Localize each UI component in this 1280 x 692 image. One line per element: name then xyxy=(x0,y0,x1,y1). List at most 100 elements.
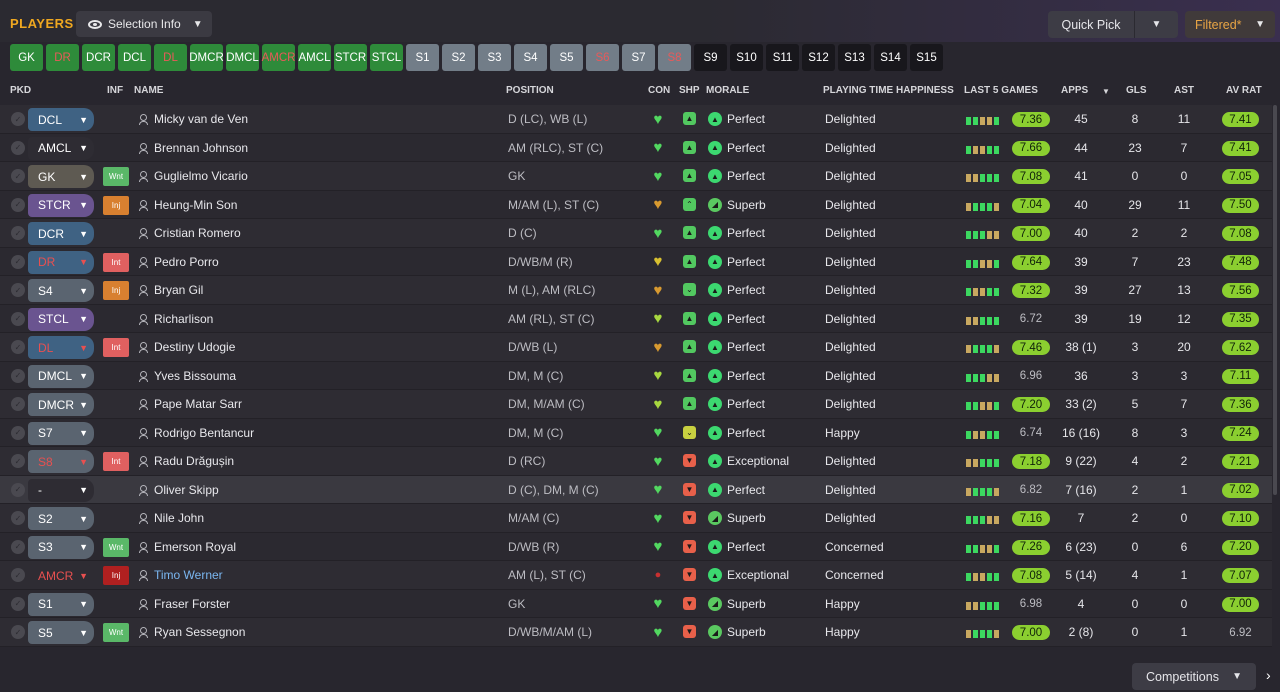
info-badge[interactable]: Inj xyxy=(103,281,129,300)
position-select[interactable]: S7 ▼ xyxy=(28,421,94,445)
table-row[interactable]: ✓ AMCR ▼ Inj Timo Werner AM (L), ST (C) ● ▼ ▲ Exc… xyxy=(0,561,1272,590)
player-name[interactable]: Ryan Sessegnon xyxy=(154,618,245,646)
position-select[interactable]: DR ▼ xyxy=(28,250,94,274)
info-badge[interactable]: Int xyxy=(103,252,129,272)
table-row[interactable]: ✓ DCL ▼ Micky van de Ven D (LC), WB (L) ♥ ▲ ▲ Pe… xyxy=(0,105,1272,134)
info-badge[interactable]: Wnt xyxy=(103,537,129,557)
position-filter-s13[interactable]: S13 xyxy=(838,44,871,71)
pick-checkbox[interactable]: ✓ xyxy=(11,283,25,297)
selection-info-button[interactable]: Selection Info ▼ xyxy=(76,11,212,37)
position-select[interactable]: DMCR ▼ xyxy=(28,393,94,416)
position-filter-dl[interactable]: DL xyxy=(154,44,187,71)
table-row[interactable]: ✓ S8 ▼ Int Radu Drăgușin D (RC) ♥ ▼ ▲ Exceptional… xyxy=(0,447,1272,476)
col-name[interactable]: NAME xyxy=(134,85,163,96)
col-playing-time-happiness[interactable]: PLAYING TIME HAPPINESS xyxy=(823,85,954,96)
player-name[interactable]: Brennan Johnson xyxy=(154,134,248,162)
pick-checkbox[interactable]: ✓ xyxy=(11,340,25,354)
col-gls[interactable]: GLS xyxy=(1126,85,1147,96)
position-filter-s10[interactable]: S10 xyxy=(730,44,763,71)
pick-checkbox[interactable]: ✓ xyxy=(11,596,25,611)
chevron-down-icon[interactable]: ▼ xyxy=(1135,19,1178,30)
pick-checkbox[interactable]: ✓ xyxy=(11,539,25,554)
position-filter-dcl[interactable]: DCL xyxy=(118,44,151,71)
position-select[interactable]: DMCL ▼ xyxy=(28,364,94,388)
position-filter-dmcl[interactable]: DMCL xyxy=(226,44,259,71)
col-inf[interactable]: INF xyxy=(107,85,123,96)
col-ast[interactable]: AST xyxy=(1174,85,1194,96)
player-name[interactable]: Cristian Romero xyxy=(154,219,241,247)
position-filter-s4[interactable]: S4 xyxy=(514,44,547,71)
player-name[interactable]: Rodrigo Bentancur xyxy=(154,419,254,447)
table-row[interactable]: ✓ STCR ▼ Inj Heung-Min Son M/AM (L), ST (C) ♥ ⌃… xyxy=(0,190,1272,219)
position-filter-s11[interactable]: S11 xyxy=(766,44,799,71)
position-filter-dmcr[interactable]: DMCR xyxy=(189,44,224,71)
competitions-dropdown[interactable]: Competitions ▼ xyxy=(1132,663,1256,690)
position-select[interactable]: S3 ▼ xyxy=(28,535,94,559)
position-filter-dr[interactable]: DR xyxy=(46,44,79,71)
col-av-rat[interactable]: AV RAT xyxy=(1226,85,1262,96)
player-name[interactable]: Guglielmo Vicario xyxy=(154,162,248,190)
table-row[interactable]: ✓ DMCR ▼ Pape Matar Sarr DM, M/AM (C) ♥ ▲ ▲ Perf… xyxy=(0,390,1272,419)
position-filter-s7[interactable]: S7 xyxy=(622,44,655,71)
player-name[interactable]: Destiny Udogie xyxy=(154,333,235,361)
table-row[interactable]: ✓ S2 ▼ Nile John M/AM (C) ♥ ▼ ◢ Superb Delighted 7… xyxy=(0,504,1272,533)
table-row[interactable]: ✓ S4 ▼ Inj Bryan Gil M (L), AM (RLC) ♥ ⌄ ▲ Perfec… xyxy=(0,276,1272,305)
col-position[interactable]: POSITION xyxy=(506,85,554,96)
pick-checkbox[interactable]: ✓ xyxy=(11,568,25,582)
position-select[interactable]: STCR ▼ xyxy=(28,193,94,217)
pick-checkbox[interactable]: ✓ xyxy=(11,140,25,155)
position-filter-s6[interactable]: S6 xyxy=(586,44,619,71)
pick-checkbox[interactable]: ✓ xyxy=(11,482,25,497)
info-badge[interactable]: Wnt xyxy=(103,167,129,186)
pick-checkbox[interactable]: ✓ xyxy=(11,368,25,383)
pick-checkbox[interactable]: ✓ xyxy=(11,226,25,240)
col-last-5-games[interactable]: LAST 5 GAMES xyxy=(964,85,1038,96)
position-select[interactable]: S1 ▼ xyxy=(28,592,94,616)
position-select[interactable]: S8 ▼ xyxy=(28,450,94,473)
player-name[interactable]: Richarlison xyxy=(154,305,213,333)
position-filter-s3[interactable]: S3 xyxy=(478,44,511,71)
player-name[interactable]: Emerson Royal xyxy=(154,533,236,561)
position-select[interactable]: AMCR ▼ xyxy=(28,564,94,587)
position-filter-s5[interactable]: S5 xyxy=(550,44,583,71)
pick-checkbox[interactable]: ✓ xyxy=(11,112,25,126)
player-name[interactable]: Yves Bissouma xyxy=(154,362,236,390)
position-filter-s12[interactable]: S12 xyxy=(802,44,835,71)
col-con[interactable]: CON xyxy=(648,85,670,96)
position-filter-stcr[interactable]: STCR xyxy=(334,44,367,71)
position-select[interactable]: S4 ▼ xyxy=(28,279,94,302)
position-select[interactable]: S2 ▼ xyxy=(28,507,94,530)
position-filter-s1[interactable]: S1 xyxy=(406,44,439,71)
position-filter-s2[interactable]: S2 xyxy=(442,44,475,71)
position-filter-stcl[interactable]: STCL xyxy=(370,44,403,71)
pick-checkbox[interactable]: ✓ xyxy=(11,625,25,639)
player-name[interactable]: Micky van de Ven xyxy=(154,105,248,133)
table-row[interactable]: ✓ - ▼ Oliver Skipp D (C), DM, M (C) ♥ ▼ ▲ Perfec… xyxy=(0,475,1272,504)
pick-checkbox[interactable]: ✓ xyxy=(11,254,25,269)
player-name[interactable]: Nile John xyxy=(154,504,204,532)
col-apps[interactable]: APPS xyxy=(1061,85,1088,96)
col-pkd[interactable]: PKD xyxy=(10,85,31,96)
position-filter-amcr[interactable]: AMCR xyxy=(262,44,295,71)
position-select[interactable]: GK ▼ xyxy=(28,165,94,188)
player-name[interactable]: Pape Matar Sarr xyxy=(154,390,242,418)
player-name[interactable]: Heung-Min Son xyxy=(154,191,237,219)
player-name[interactable]: Fraser Forster xyxy=(154,590,230,618)
info-badge[interactable]: Wnt xyxy=(103,623,129,642)
player-name[interactable]: Radu Drăgușin xyxy=(154,447,234,475)
chevron-right-icon[interactable]: › xyxy=(1266,667,1271,683)
position-filter-s8[interactable]: S8 xyxy=(658,44,691,71)
table-row[interactable]: ✓ S7 ▼ Rodrigo Bentancur DM, M (C) ♥ ⌄ ▲ Perfect… xyxy=(0,418,1272,447)
pick-checkbox[interactable]: ✓ xyxy=(11,197,25,212)
col-shp[interactable]: SHP xyxy=(679,85,700,96)
quick-pick-button[interactable]: Quick Pick ▼ xyxy=(1048,11,1178,38)
player-name[interactable]: Timo Werner xyxy=(154,561,223,589)
position-select[interactable]: DCL ▼ xyxy=(28,108,94,131)
table-row[interactable]: ✓ DR ▼ Int Pedro Porro D/WB/M (R) ♥ ▲ ▲ Perfect De… xyxy=(0,247,1272,276)
pick-checkbox[interactable]: ✓ xyxy=(11,397,25,411)
table-row[interactable]: ✓ S1 ▼ Fraser Forster GK ♥ ▼ ◢ Superb Happy 6.98 4 0… xyxy=(0,589,1272,618)
table-row[interactable]: ✓ S3 ▼ Wnt Emerson Royal D/WB (R) ♥ ▼ ▲ Perfect Co… xyxy=(0,532,1272,561)
position-filter-s9[interactable]: S9 xyxy=(694,44,727,71)
table-row[interactable]: ✓ GK ▼ Wnt Guglielmo Vicario GK ♥ ▲ ▲ Perfect Deli… xyxy=(0,162,1272,191)
table-row[interactable]: ✓ DMCL ▼ Yves Bissouma DM, M (C) ♥ ▲ ▲ Perfect De… xyxy=(0,361,1272,390)
